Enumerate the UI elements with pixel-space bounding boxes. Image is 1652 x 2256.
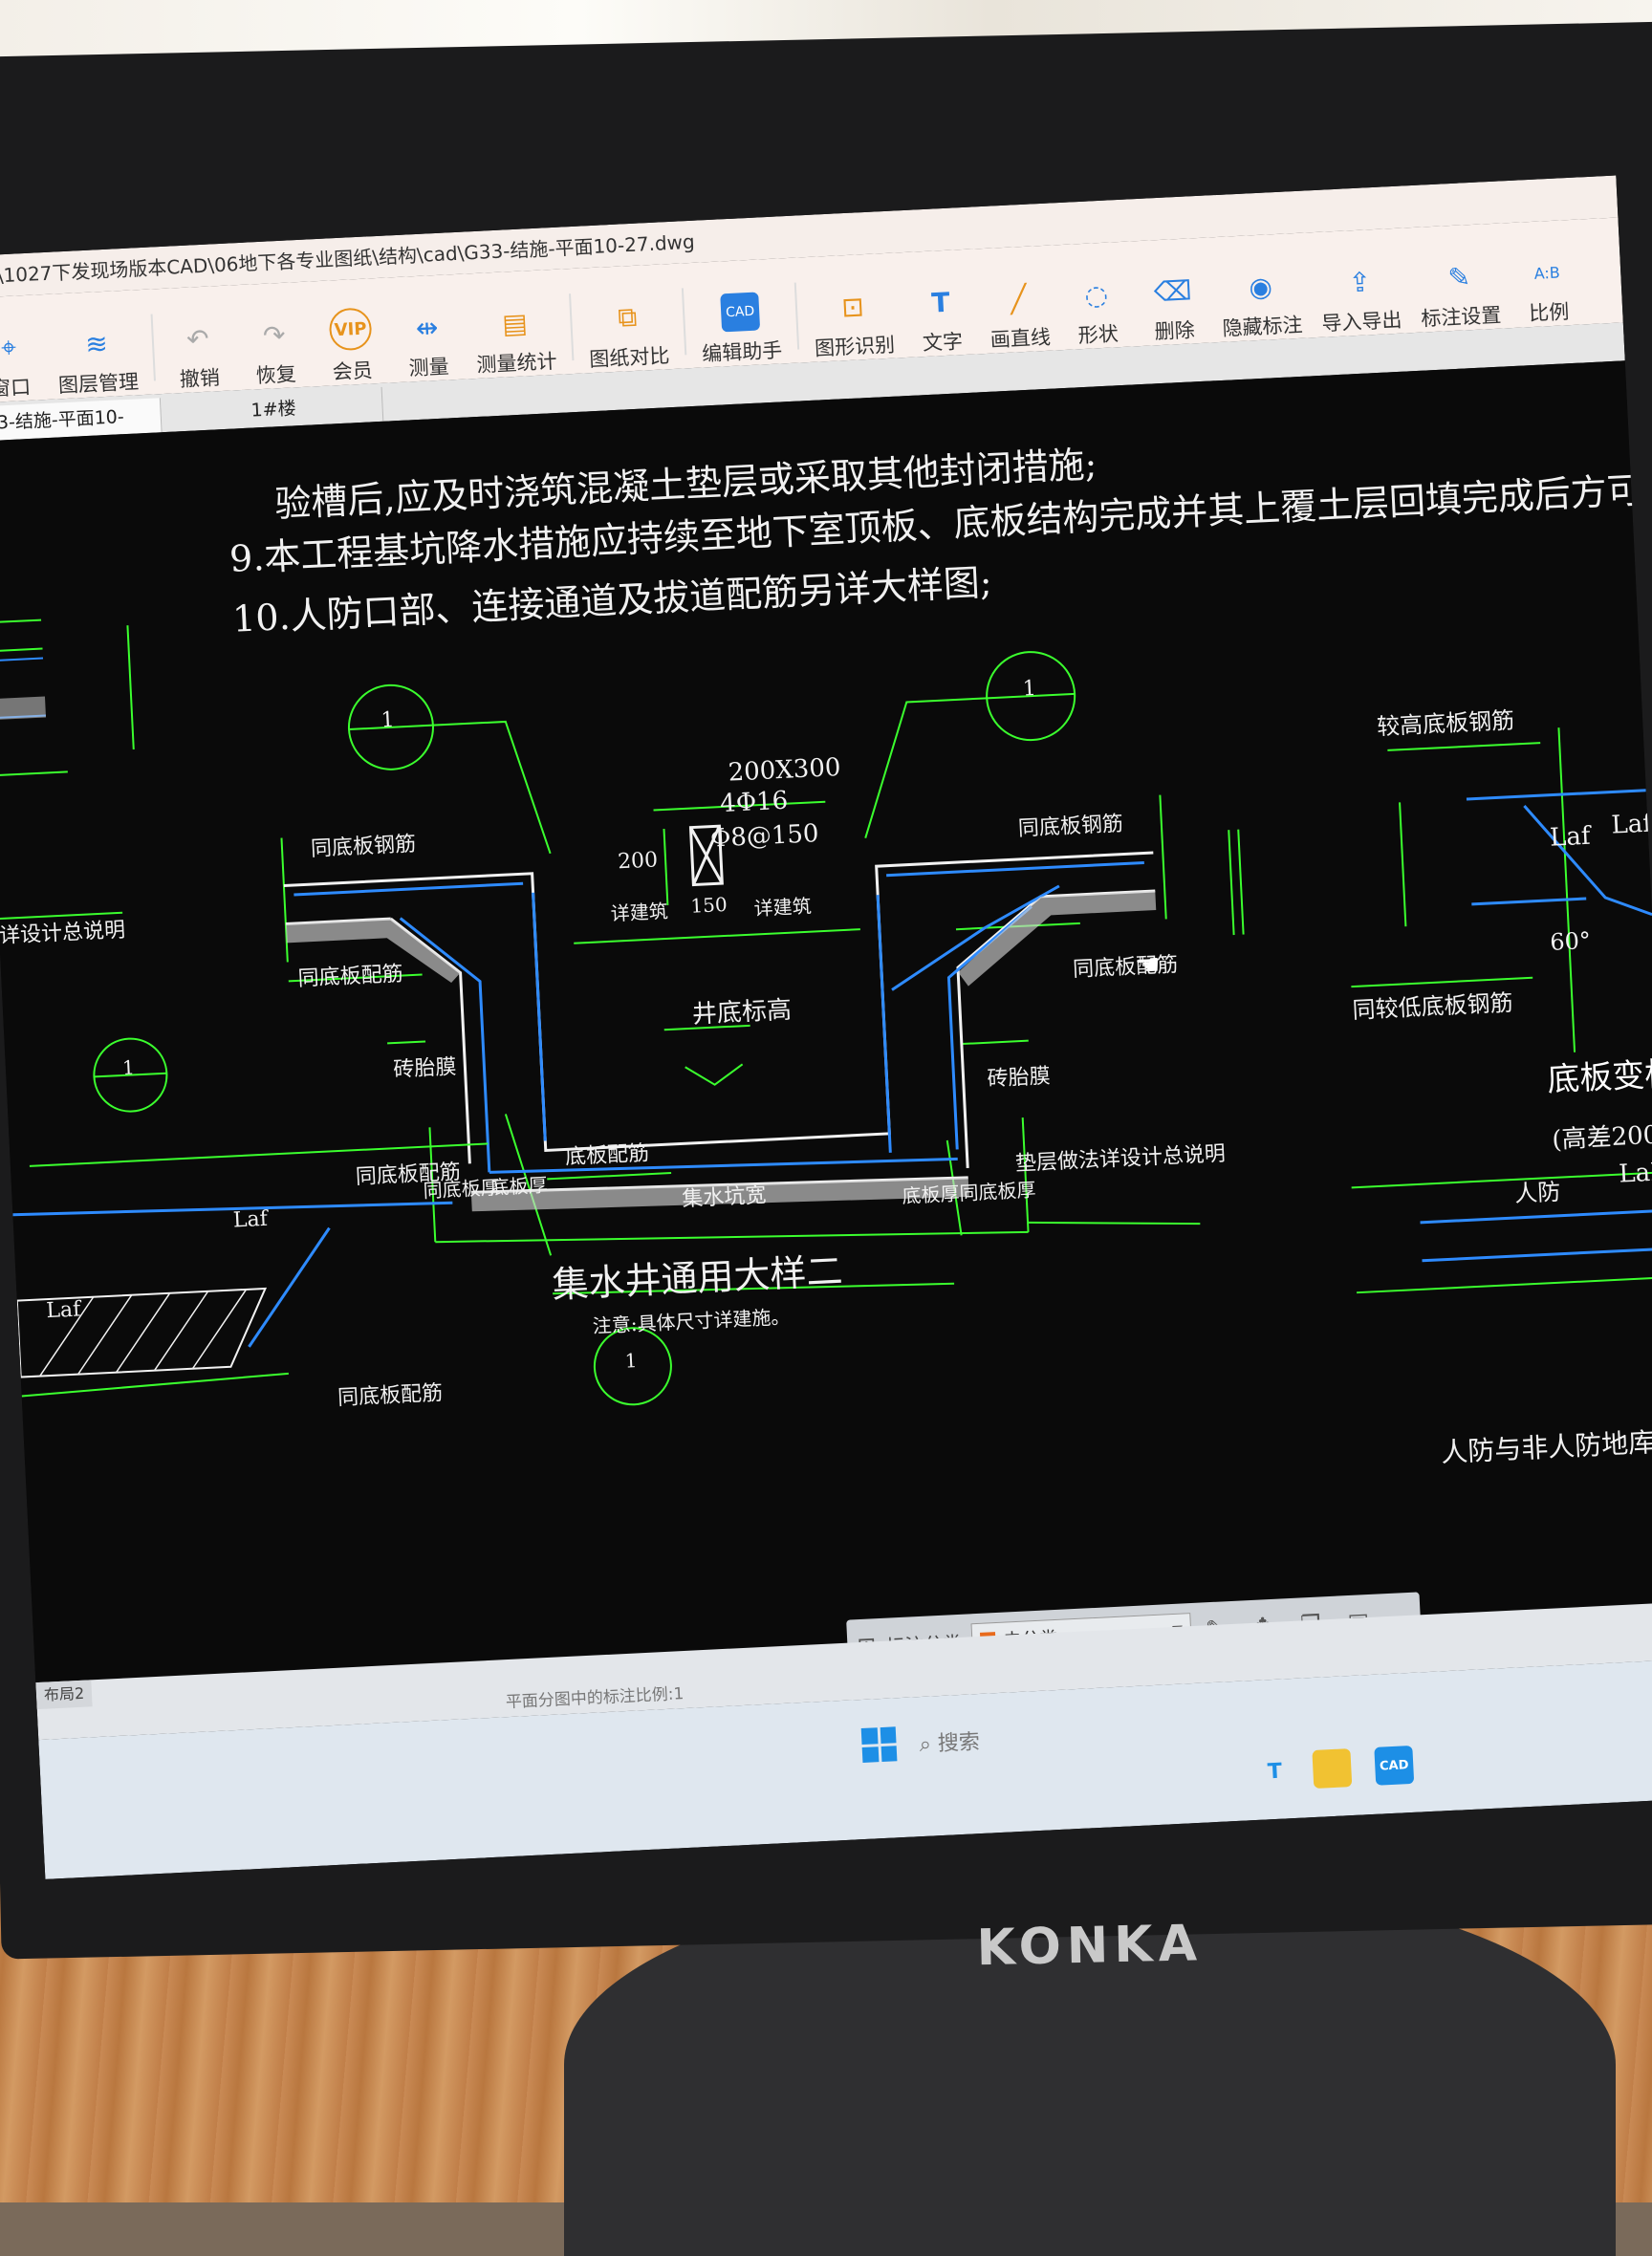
toolbar-layers-button[interactable]: ≋ 图层管理 xyxy=(54,303,140,399)
beam-main-rebar-label: 4Φ16 xyxy=(719,786,789,819)
taskbar-text-app-icon[interactable]: T xyxy=(1254,1751,1294,1791)
toolbar-line-button[interactable]: ╱ 画直线 xyxy=(987,259,1052,354)
drawing-canvas[interactable]: 验槽后,应及时浇筑混凝土垫层或采取其他封闭措施; 9.本工程基坑降水措施应持续至… xyxy=(0,360,1652,1683)
cursor-hand-icon: ☚ xyxy=(1134,947,1162,984)
label-same-slab-reinf-left: 同底板配筋 xyxy=(297,962,404,991)
toolbar-undo-button[interactable]: ↶ 撤销 xyxy=(167,299,229,394)
hide-icon: ◉ xyxy=(1248,270,1273,303)
label-same-slab-reinf-right: 同底板配筋 xyxy=(1072,952,1179,983)
scale-hint: 平面分图中的标注比例:1 xyxy=(505,1684,685,1713)
toolbar-separator xyxy=(150,314,156,381)
compare-icon: ⧉ xyxy=(617,300,639,334)
label-lower-same-reinf-2: 同底板配筋 xyxy=(337,1381,444,1411)
measure-icon: ⇹ xyxy=(415,311,440,344)
see-arch-label-right: 详建筑 xyxy=(753,894,813,921)
label-pit-bottom-elev: 井底标高 xyxy=(691,995,793,1030)
detail-circle-label: 1 xyxy=(1022,676,1037,702)
shape-icon: ◌ xyxy=(1083,278,1109,312)
toolbar-vip-button[interactable]: VIP 会员 xyxy=(320,292,382,386)
dim-150-label: 150 xyxy=(689,892,728,918)
label-brick-mold-right: 砖胎膜 xyxy=(987,1064,1052,1092)
label-angle: 60° xyxy=(1549,926,1592,956)
search-icon: ⌕ xyxy=(919,1732,939,1758)
taskbar-search[interactable]: ⌕ 搜索 xyxy=(919,1725,981,1758)
label-laf-2: Laf xyxy=(1610,809,1652,840)
shape-recognize-icon: ⊡ xyxy=(840,290,865,323)
label-sump-width: 集水坑宽 xyxy=(681,1183,767,1212)
toolbar-separator xyxy=(569,293,575,361)
dim-200-label: 200 xyxy=(617,848,659,875)
toolbar-measure-button[interactable]: ⇹ 测量 xyxy=(397,288,459,382)
toolbar-separator xyxy=(681,288,687,356)
label-same-slab-rebar-right: 同底板钢筋 xyxy=(1017,812,1124,841)
layers-icon: ≋ xyxy=(84,327,109,360)
toolbar-shape-button[interactable]: ◌ 形状 xyxy=(1066,255,1128,350)
right-detail-subtitle: (高差200~ xyxy=(1551,1119,1652,1155)
toolbar-import-export-button[interactable]: ⇪ 导入导出 xyxy=(1318,242,1403,337)
detail-circle-label: 1 xyxy=(624,1349,638,1373)
monitor-brand-logo: KONKA xyxy=(976,1915,1204,1978)
label-slab-thickness-right: 底板厚 xyxy=(901,1182,961,1208)
label-lower-laf: Laf xyxy=(232,1206,269,1233)
undo-icon: ↶ xyxy=(185,322,210,356)
label-lower-same-reinf: 同底板配筋 xyxy=(355,1160,462,1190)
monitor-bezel: KONKA 33\1027下发现场版本CAD\06地下各专业图纸\结构\cad\… xyxy=(0,21,1652,1977)
layout-tab[interactable]: 布局2 xyxy=(35,1680,93,1710)
toolbar-text-button[interactable]: T 文字 xyxy=(910,263,972,358)
right-detail-title: 底板变标 xyxy=(1546,1054,1652,1100)
toolbar-compare-button[interactable]: ⧉ 图纸对比 xyxy=(585,277,670,373)
windows-start-icon[interactable] xyxy=(860,1726,898,1764)
window-icon: ⌖ xyxy=(0,331,17,364)
detail-circle-label: 1 xyxy=(380,707,396,733)
vip-icon: VIP xyxy=(328,307,373,352)
toolbar-erase-button[interactable]: ⌫ 删除 xyxy=(1142,251,1205,346)
beam-stirrup-label: Φ8@150 xyxy=(709,819,820,854)
label-left-cut: 详设计总说明 xyxy=(0,918,126,949)
import-export-icon: ⇪ xyxy=(1347,265,1372,298)
label-laf: Laf xyxy=(1549,821,1592,853)
label-civil-defense: 人防 xyxy=(1513,1178,1561,1207)
line-icon: ╱ xyxy=(1010,282,1028,315)
toolbar-window-button[interactable]: ⌖ 窗口 xyxy=(0,308,40,402)
toolbar-separator xyxy=(793,282,800,350)
label-slab-reinf: 底板配筋 xyxy=(564,1141,650,1170)
label-laf-lower-right: LaF xyxy=(1618,1158,1652,1189)
measure-stats-icon: ▤ xyxy=(501,306,529,340)
screen: 33\1027下发现场版本CAD\06地下各专业图纸\结构\cad\G33-结施… xyxy=(0,175,1652,1879)
taskbar-folder-icon[interactable] xyxy=(1312,1748,1353,1789)
text-icon: T xyxy=(930,286,951,319)
toolbar-shape-recognize-button[interactable]: ⊡ 图形识别 xyxy=(811,267,896,362)
toolbar-annotation-settings-button[interactable]: ✎ 标注设置 xyxy=(1417,237,1502,333)
toolbar-edit-assistant-button[interactable]: CAD 编辑助手 xyxy=(698,271,783,367)
redo-icon: ↷ xyxy=(262,318,287,352)
toolbar-redo-button[interactable]: ↷ 恢复 xyxy=(244,295,306,390)
erase-icon: ⌫ xyxy=(1153,273,1193,308)
detail-circle-label: 1 xyxy=(121,1055,136,1079)
label-same-slab-rebar-left: 同底板钢筋 xyxy=(310,832,417,862)
beam-size-label: 200X300 xyxy=(727,752,842,788)
concrete-hatch xyxy=(0,696,47,721)
toolbar-measure-stats-button[interactable]: ▤ 测量统计 xyxy=(473,283,558,379)
label-higher-slab-rebar: 较高底板钢筋 xyxy=(1376,706,1515,741)
toolbar-scale-button[interactable]: A:B 比例 xyxy=(1516,233,1578,328)
label-lower-laf-2: Laf xyxy=(45,1297,81,1324)
label-brick-mold-left: 砖胎膜 xyxy=(392,1054,458,1083)
label-same-thickness-right: 同底板厚 xyxy=(958,1178,1036,1205)
taskbar-cad-icon[interactable]: CAD xyxy=(1374,1745,1415,1786)
edit-assistant-icon: CAD xyxy=(720,292,761,333)
scale-icon: A:B xyxy=(1533,263,1561,283)
toolbar-hide-button[interactable]: ◉ 隐藏标注 xyxy=(1219,247,1304,342)
annotation-settings-icon: ✎ xyxy=(1446,260,1471,293)
see-arch-label-left: 详建筑 xyxy=(610,899,669,925)
